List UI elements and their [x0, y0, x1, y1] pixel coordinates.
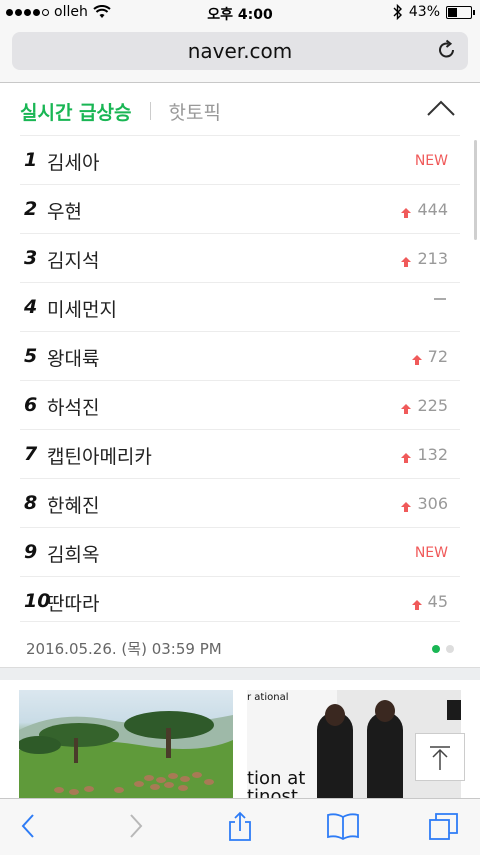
person-head-2	[375, 700, 395, 722]
trending-change: 213	[401, 249, 448, 268]
trending-keyword[interactable]: 김세아	[47, 148, 99, 175]
arrow-up-icon	[401, 453, 412, 463]
trending-change: 306	[401, 494, 448, 513]
trending-item[interactable]: 8 한혜진 306	[20, 478, 460, 527]
trending-item[interactable]: 6 하석진 225	[20, 380, 460, 429]
arrow-up-icon	[401, 502, 412, 512]
trending-rank: 1	[24, 149, 38, 171]
trending-rank: 10	[24, 590, 51, 612]
trending-keyword[interactable]: 우현	[47, 197, 82, 224]
trending-change-value: 132	[417, 445, 448, 464]
person-figure-2	[367, 712, 403, 798]
forward-icon[interactable]	[120, 811, 150, 841]
back-icon[interactable]	[14, 811, 44, 841]
arrow-up-icon	[411, 355, 422, 365]
chevron-up-icon[interactable]	[426, 97, 456, 119]
trending-change-value: 444	[417, 200, 448, 219]
trending-change: 225	[401, 396, 448, 415]
scroll-to-top-button[interactable]	[415, 733, 465, 781]
trending-keyword[interactable]: 김지석	[47, 246, 99, 273]
trending-keyword[interactable]: 왕대륙	[47, 344, 99, 371]
trending-change: 72	[411, 347, 448, 366]
trending-list: 1 김세아 NEW 2 우현 444 3 김지석 213 4 미세먼지 5 왕대륙 72 6 하석진 225 7 캡…	[20, 135, 460, 625]
caption-line-2: tinost	[247, 786, 298, 799]
trending-keyword[interactable]: 캡틴아메리카	[47, 442, 152, 469]
trending-keyword[interactable]: 하석진	[47, 393, 99, 420]
status-bar: olleh 오후 4:00 43%	[0, 0, 480, 26]
status-right: 43%	[393, 4, 475, 20]
trending-change-value: 45	[427, 592, 448, 611]
trending-keyword[interactable]: 한혜진	[47, 491, 99, 518]
battery-icon	[446, 5, 475, 19]
arrow-up-icon	[401, 208, 412, 218]
trending-change-value: 213	[417, 249, 448, 268]
logo-block	[447, 700, 461, 720]
trending-item[interactable]: 3 김지석 213	[20, 233, 460, 282]
backdrop-text-top: r ational	[247, 692, 289, 703]
trending-change-value: 72	[427, 347, 448, 366]
trending-rank: 6	[24, 394, 38, 416]
realtime-trending-panel: 실시간 급상승 핫토픽 1 김세아 NEW 2 우현 444 3 김지석 213 4 미세먼지 5 왕대…	[0, 83, 480, 668]
address-bar[interactable]: naver.com	[12, 32, 468, 70]
page-scrollbar[interactable]	[474, 140, 477, 240]
trending-keyword[interactable]: 딴따라	[47, 589, 99, 616]
page-dot-1[interactable]	[432, 645, 440, 653]
trending-item[interactable]: 4 미세먼지	[20, 282, 460, 331]
trending-rank: 4	[24, 296, 38, 318]
trending-item[interactable]: 7 캡틴아메리카 132	[20, 429, 460, 478]
arrow-up-icon	[401, 404, 412, 414]
trending-item[interactable]: 9 김희옥 NEW	[20, 527, 460, 576]
page-indicator[interactable]	[432, 645, 454, 653]
trending-footer: 2016.05.26. (목) 03:59 PM	[20, 621, 460, 662]
trending-rank: 9	[24, 541, 38, 563]
trending-item[interactable]: 10 딴따라 45	[20, 576, 460, 625]
updated-timestamp: 2016.05.26. (목) 03:59 PM	[26, 640, 222, 658]
trending-change-value: 225	[417, 396, 448, 415]
address-bar-container: naver.com	[0, 26, 480, 83]
trending-keyword[interactable]: 미세먼지	[47, 295, 117, 322]
tabs-icon[interactable]	[428, 811, 460, 841]
reload-icon[interactable]	[436, 39, 458, 61]
trending-change: NEW	[415, 545, 448, 561]
trending-tabs: 실시간 급상승 핫토픽	[20, 97, 221, 125]
share-icon[interactable]	[225, 811, 255, 841]
tab-realtime-rising[interactable]: 실시간 급상승	[20, 98, 132, 125]
section-divider	[0, 667, 480, 680]
trending-rank: 7	[24, 443, 38, 465]
trending-item[interactable]: 2 우현 444	[20, 184, 460, 233]
trending-rank: 3	[24, 247, 38, 269]
trending-change	[434, 298, 448, 300]
trending-change: 45	[411, 592, 448, 611]
trending-change-value: NEW	[414, 153, 448, 169]
arrow-up-icon	[411, 600, 422, 610]
trending-item[interactable]: 5 왕대륙 72	[20, 331, 460, 380]
tab-separator	[149, 102, 151, 120]
url-text[interactable]: naver.com	[12, 39, 468, 63]
tab-hot-topic[interactable]: 핫토픽	[169, 98, 221, 125]
trending-change: NEW	[415, 153, 448, 169]
scroll-top-icon	[430, 746, 450, 770]
trending-change-value: 306	[417, 494, 448, 513]
trending-rank: 8	[24, 492, 38, 514]
trending-change: 444	[401, 200, 448, 219]
news-thumbnail-sheep-field[interactable]	[19, 690, 233, 798]
arrow-up-icon	[401, 257, 412, 267]
landscape-image	[19, 711, 233, 798]
battery-percent: 43%	[408, 4, 440, 20]
trending-change: 132	[401, 445, 448, 464]
trending-rank: 2	[24, 198, 38, 220]
bookmarks-icon[interactable]	[326, 811, 360, 841]
backdrop-caption: tion at tinost	[247, 770, 305, 799]
no-change-icon	[434, 298, 446, 300]
safari-toolbar	[0, 798, 480, 855]
trending-keyword[interactable]: 김희옥	[47, 540, 99, 567]
page-dot-2[interactable]	[446, 645, 454, 653]
trending-rank: 5	[24, 345, 38, 367]
trending-change-value: NEW	[414, 545, 448, 561]
trending-item[interactable]: 1 김세아 NEW	[20, 135, 460, 184]
bluetooth-icon	[393, 4, 402, 20]
person-head-1	[325, 704, 345, 726]
